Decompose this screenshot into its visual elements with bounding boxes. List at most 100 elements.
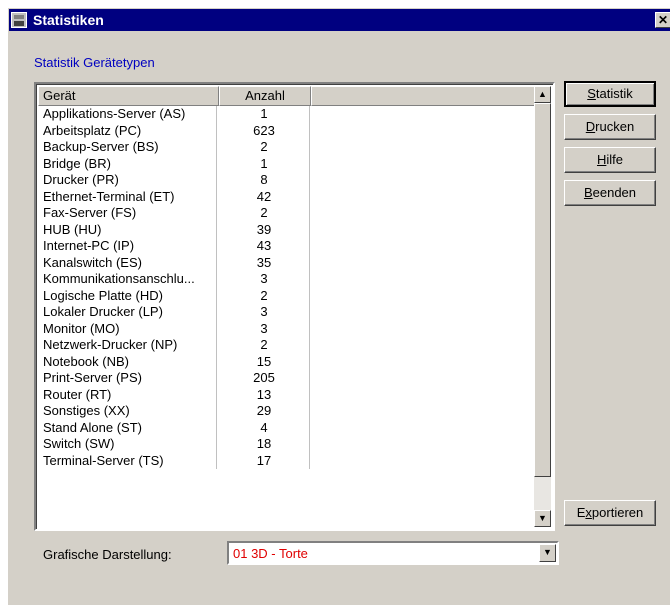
table-row[interactable]: Switch (SW) 18: [39, 436, 539, 453]
table-row[interactable]: Stand Alone (ST) 4: [39, 419, 539, 436]
table-row[interactable]: Backup-Server (BS) 2: [39, 139, 539, 156]
column-separator: [216, 320, 217, 337]
column-separator: [216, 271, 217, 288]
device-type-cell: Netzwerk-Drucker (NP): [43, 337, 178, 352]
device-type-cell: Stand Alone (ST): [43, 419, 142, 435]
column-separator: [216, 205, 217, 222]
scrollbar-thumb[interactable]: [534, 103, 551, 477]
close-icon[interactable]: ✕: [655, 12, 670, 28]
table-row[interactable]: Internet-PC (IP) 43: [39, 238, 539, 255]
table-row[interactable]: Router (RT) 13: [39, 386, 539, 403]
window-title: Statistiken: [33, 12, 104, 28]
scroll-up-icon[interactable]: ▲: [534, 86, 551, 103]
count-cell: 2: [260, 205, 268, 220]
table-row[interactable]: Fax-Server (FS) 2: [39, 205, 539, 222]
column-header-geraet[interactable]: Gerät: [38, 86, 219, 106]
device-type-cell: Sonstiges (XX): [43, 403, 130, 418]
scroll-down-icon[interactable]: ▼: [534, 510, 551, 527]
table-row[interactable]: Kanalswitch (ES) 35: [39, 254, 539, 271]
table-row[interactable]: Monitor (MO) 3: [39, 320, 539, 337]
table-row[interactable]: Netzwerk-Drucker (NP) 2: [39, 337, 539, 354]
column-separator: [216, 155, 217, 172]
count-cell: 13: [256, 386, 272, 402]
device-type-cell: Switch (SW): [43, 436, 115, 451]
table-row[interactable]: Drucker (PR) 8: [39, 172, 539, 189]
column-separator: [309, 353, 310, 370]
column-separator: [216, 172, 217, 189]
table-row[interactable]: Applikations-Server (AS) 1: [39, 106, 539, 123]
column-separator: [309, 436, 310, 453]
table-row[interactable]: Terminal-Server (TS) 17: [39, 452, 539, 469]
device-type-cell: Terminal-Server (TS): [43, 452, 164, 468]
device-type-cell: Bridge (BR): [43, 155, 111, 171]
device-type-cell: Notebook (NB): [43, 353, 129, 369]
column-separator: [216, 337, 217, 354]
device-type-cell: Kanalswitch (ES): [43, 254, 142, 270]
count-cell: 205: [253, 370, 275, 385]
count-cell: 29: [256, 403, 272, 418]
hilfe-mnemonic: H: [596, 152, 607, 167]
column-separator: [309, 419, 310, 436]
grafik-select[interactable]: 01 3D - Torte ▼: [227, 541, 559, 565]
column-separator: [216, 254, 217, 271]
device-type-cell: Arbeitsplatz (PC): [43, 122, 142, 138]
table-row[interactable]: Arbeitsplatz (PC) 623: [39, 122, 539, 139]
beenden-mnemonic: B: [583, 185, 593, 200]
column-separator: [309, 122, 310, 139]
table-row[interactable]: Bridge (BR) 1: [39, 155, 539, 172]
drucken-label-rest: rucken: [595, 119, 635, 134]
device-type-cell: Ethernet-Terminal (ET): [43, 188, 175, 204]
column-separator: [309, 221, 310, 238]
column-separator: [309, 106, 310, 123]
device-type-cell: HUB (HU): [43, 221, 102, 237]
table-row[interactable]: Sonstiges (XX) 29: [39, 403, 539, 420]
column-separator: [309, 304, 310, 321]
column-separator: [309, 238, 310, 255]
column-header-empty[interactable]: [311, 86, 538, 106]
statistik-mnemonic: S: [587, 86, 596, 101]
device-type-cell: Drucker (PR): [43, 172, 119, 187]
column-separator: [216, 287, 217, 304]
device-type-cell: Internet-PC (IP): [43, 238, 135, 253]
device-type-cell: Fax-Server (FS): [43, 205, 137, 220]
count-cell: 1: [260, 155, 268, 171]
column-separator: [309, 139, 310, 156]
hilfe-button[interactable]: Hilfe: [564, 147, 656, 173]
column-separator: [216, 419, 217, 436]
app-icon: [11, 12, 27, 28]
column-separator: [216, 106, 217, 123]
exportieren-label-rest: portieren: [591, 505, 644, 520]
column-separator: [216, 436, 217, 453]
section-label: Statistik Gerätetypen: [34, 55, 155, 70]
column-separator: [216, 139, 217, 156]
count-cell: 2: [260, 139, 268, 154]
device-type-cell: Router (RT): [43, 386, 112, 402]
drucken-button[interactable]: Drucken: [564, 114, 656, 140]
table-row[interactable]: Logische Platte (HD) 2: [39, 287, 539, 304]
device-type-cell: Backup-Server (BS): [43, 139, 159, 154]
table-row[interactable]: Ethernet-Terminal (ET) 42: [39, 188, 539, 205]
device-type-cell: Applikations-Server (AS): [43, 106, 186, 121]
count-cell: 18: [256, 436, 272, 451]
table-row[interactable]: Notebook (NB) 15: [39, 353, 539, 370]
column-header-anzahl[interactable]: Anzahl: [219, 86, 311, 106]
device-type-cell: Monitor (MO): [43, 320, 120, 336]
table-row[interactable]: HUB (HU) 39: [39, 221, 539, 238]
device-type-list[interactable]: Gerät Anzahl Applikations-Server (AS) 1 Ar…: [34, 82, 555, 531]
column-separator: [216, 238, 217, 255]
vertical-scrollbar[interactable]: ▲ ▼: [534, 86, 551, 527]
beenden-button[interactable]: Beenden: [564, 180, 656, 206]
title-bar[interactable]: Statistiken ✕: [9, 9, 670, 31]
table-row[interactable]: Lokaler Drucker (LP) 3: [39, 304, 539, 321]
exportieren-button[interactable]: Exportieren: [564, 500, 656, 526]
count-cell: 8: [260, 172, 268, 187]
table-row[interactable]: Print-Server (PS) 205: [39, 370, 539, 387]
list-rows: Applikations-Server (AS) 1 Arbeitsplatz (P…: [39, 106, 539, 469]
table-row[interactable]: Kommunikationsanschlu... 3: [39, 271, 539, 288]
column-separator: [309, 205, 310, 222]
dropdown-arrow-icon[interactable]: ▼: [539, 544, 556, 562]
statistik-button[interactable]: Statistik: [564, 81, 656, 107]
grafik-label: Grafische Darstellung:: [43, 547, 172, 562]
hilfe-label-rest: ilfe: [606, 152, 623, 167]
column-separator: [216, 452, 217, 469]
